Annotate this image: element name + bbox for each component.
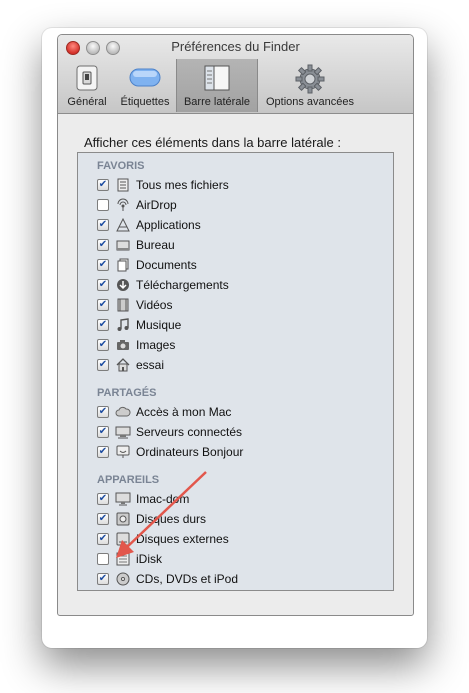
- list-item-desktop[interactable]: ✔ Bureau: [97, 236, 175, 254]
- list-item-back-to-my-mac[interactable]: ✔ Accès à mon Mac: [97, 403, 231, 421]
- toolbar: Préférences du Finder Général Étiquettes: [58, 35, 413, 114]
- list-item-airdrop[interactable]: AirDrop: [97, 196, 177, 214]
- list-item-label: Tous mes fichiers: [136, 178, 229, 192]
- list-item-movies[interactable]: ✔ Vidéos: [97, 296, 172, 314]
- cd-icon: [115, 571, 131, 587]
- movies-icon: [115, 297, 131, 313]
- tab-advanced[interactable]: Options avancées: [259, 59, 361, 112]
- checkbox-applications[interactable]: ✔: [97, 219, 109, 231]
- checkbox-bonjour[interactable]: ✔: [97, 446, 109, 458]
- checkbox-back-to-my-mac[interactable]: ✔: [97, 406, 109, 418]
- switch-icon: [75, 64, 99, 95]
- checkbox-downloads[interactable]: ✔: [97, 279, 109, 291]
- checkbox-documents[interactable]: ✔: [97, 259, 109, 271]
- label-icon: [128, 64, 162, 93]
- checkbox-home[interactable]: ✔: [97, 359, 109, 371]
- list-item-label: Bureau: [136, 238, 175, 252]
- desktop-icon: [115, 237, 131, 253]
- list-item-label: Vidéos: [136, 298, 173, 312]
- list-item-label: Ordinateurs Bonjour: [136, 445, 244, 459]
- annotation-arrow-icon: [116, 471, 207, 558]
- list-item-label: Documents: [136, 258, 197, 272]
- list-item-documents[interactable]: ✔ Documents: [97, 256, 197, 274]
- applications-icon: [115, 217, 131, 233]
- section-favoris-title: FAVORIS: [97, 160, 145, 172]
- window-title: Préférences du Finder: [171, 39, 300, 54]
- checkbox-desktop[interactable]: ✔: [97, 239, 109, 251]
- tab-general[interactable]: Général: [64, 59, 110, 112]
- sidebar-heading: Afficher ces éléments dans la barre laté…: [84, 135, 342, 150]
- checkbox-airdrop[interactable]: [97, 199, 109, 211]
- all-files-icon: [115, 177, 131, 193]
- list-item-label: Accès à mon Mac: [136, 405, 232, 419]
- checkbox-music[interactable]: ✔: [97, 319, 109, 331]
- cloud-icon: [115, 404, 131, 420]
- checkbox-images[interactable]: ✔: [97, 339, 109, 351]
- list-item-label: essai: [136, 358, 165, 372]
- server-icon: [115, 424, 131, 440]
- list-item-all-files[interactable]: ✔ Tous mes fichiers: [97, 176, 229, 194]
- list-item-applications[interactable]: ✔ Applications: [97, 216, 201, 234]
- list-item-label: Serveurs connectés: [136, 425, 243, 439]
- checkbox-connected-servers[interactable]: ✔: [97, 426, 109, 438]
- list-item-downloads[interactable]: ✔ Téléchargements: [97, 276, 229, 294]
- list-item-label: CDs, DVDs et iPod: [136, 572, 239, 586]
- list-item-cds[interactable]: ✔ CDs, DVDs et iPod: [97, 570, 238, 588]
- airdrop-icon: [115, 197, 131, 213]
- tab-general-label: Général: [67, 96, 107, 108]
- list-item-label: Musique: [136, 318, 182, 332]
- checkbox-all-files[interactable]: ✔: [97, 179, 109, 191]
- list-item-label: Applications: [136, 218, 201, 232]
- checkbox-movies[interactable]: ✔: [97, 299, 109, 311]
- list-item-images[interactable]: ✔ Images: [97, 336, 175, 354]
- list-item-connected-servers[interactable]: ✔ Serveurs connectés: [97, 423, 242, 441]
- camera-icon: [115, 337, 131, 353]
- music-icon: [115, 317, 131, 333]
- list-item-label: Images: [136, 338, 176, 352]
- tab-advanced-label: Options avancées: [265, 96, 355, 108]
- gear-icon: [295, 64, 325, 97]
- bonjour-icon: [115, 444, 131, 460]
- list-item-label: Téléchargements: [136, 278, 229, 292]
- tab-labels-label: Étiquettes: [120, 96, 170, 108]
- list-item-bonjour[interactable]: ✔ Ordinateurs Bonjour: [97, 443, 243, 461]
- tab-labels[interactable]: Étiquettes: [115, 59, 175, 112]
- list-item-music[interactable]: ✔ Musique: [97, 316, 181, 334]
- sidebar-icon: [203, 64, 231, 95]
- section-partages-title: PARTAGÉS: [97, 387, 157, 399]
- list-item-label: AirDrop: [136, 198, 177, 212]
- tab-sidebar[interactable]: Barre latérale: [176, 59, 258, 112]
- downloads-icon: [115, 277, 131, 293]
- home-icon: [115, 357, 131, 373]
- tab-sidebar-label: Barre latérale: [183, 96, 251, 108]
- list-item-home[interactable]: ✔ essai: [97, 356, 164, 374]
- checkbox-cds[interactable]: ✔: [97, 573, 109, 585]
- documents-icon: [115, 257, 131, 273]
